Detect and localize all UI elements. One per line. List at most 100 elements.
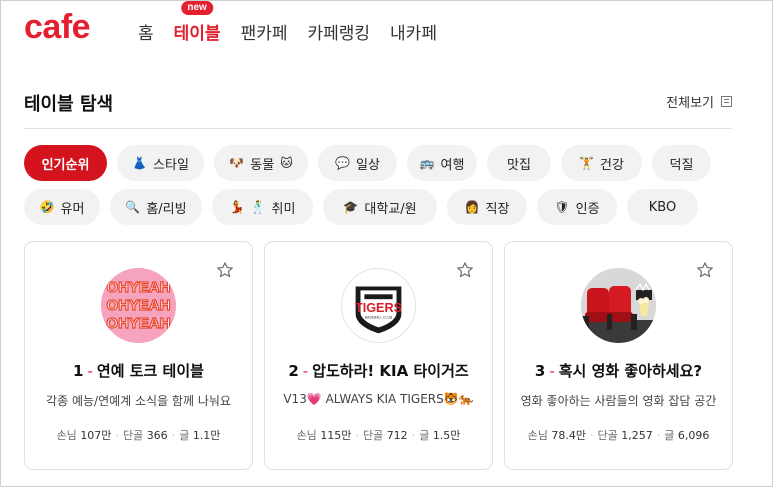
chip-home-living[interactable]: 🔍 홈/리빙 bbox=[110, 189, 202, 225]
cinema-seats-image bbox=[581, 268, 656, 343]
main-nav: 홈 new 테이블 팬카페 카페랭킹 내카페 bbox=[138, 1, 437, 44]
posts-count: 6,096 bbox=[677, 429, 710, 442]
view-all-button[interactable]: 전체보기 bbox=[666, 92, 732, 111]
thumb-text: OHYEAH bbox=[106, 297, 170, 314]
chip-label: 여행 bbox=[440, 157, 465, 173]
thumb-subtext: BASEBALL CLUB bbox=[365, 316, 393, 320]
card-title: 3- 혹시 영화 좋아하세요? bbox=[505, 360, 732, 381]
chip-humor[interactable]: 🤣 유머 bbox=[24, 189, 100, 225]
chip-daily[interactable]: 💬 일상 bbox=[318, 145, 397, 181]
magnifier-icon: 🔍 bbox=[125, 200, 141, 214]
table-card-2[interactable]: TIGERS BASEBALL CLUB 2- 압도하라! KIA 타이거즈 V1… bbox=[264, 241, 493, 470]
regulars-count: 366 bbox=[146, 429, 168, 442]
posts-label: 글 bbox=[664, 429, 675, 442]
guests-count: 115만 bbox=[320, 429, 352, 442]
chip-travel[interactable]: 🚌 여행 bbox=[407, 145, 477, 181]
dress-icon: 👗 bbox=[132, 156, 148, 170]
dancing-man-icon: 🕺 bbox=[250, 200, 266, 214]
rank-number: 2 bbox=[288, 362, 299, 380]
chip-workplace[interactable]: 👩 직장 bbox=[447, 189, 527, 225]
table-card-3[interactable]: 3- 혹시 영화 좋아하세요? 영화 좋아하는 사람들의 영화 잡담 공간 손님 … bbox=[504, 241, 733, 470]
chip-label: 맛집 bbox=[507, 157, 531, 173]
nav-item-fancafe[interactable]: 팬카페 bbox=[241, 19, 288, 44]
star-icon[interactable] bbox=[696, 261, 714, 279]
regulars-label: 단골 bbox=[122, 429, 144, 442]
guests-count: 107만 bbox=[80, 429, 112, 442]
thumbnail: OHYEAH OHYEAH OHYEAH bbox=[101, 268, 176, 343]
card-title: 1- 연예 토크 테이블 bbox=[25, 360, 252, 381]
kia-tigers-logo: TIGERS BASEBALL CLUB bbox=[355, 286, 402, 334]
rank-dash: - bbox=[302, 362, 309, 380]
chip-label: 일상 bbox=[356, 157, 380, 173]
weightlifter-icon: 🏋 bbox=[579, 156, 595, 170]
chip-restaurant[interactable]: 맛집 bbox=[487, 145, 551, 181]
chip-label: KBO bbox=[648, 199, 677, 215]
nav-item-table[interactable]: new 테이블 bbox=[173, 1, 221, 44]
dog-icon: 🐶 bbox=[229, 156, 245, 170]
rank-dash: - bbox=[87, 362, 93, 380]
graduate-icon: 🎓 bbox=[343, 200, 359, 214]
star-icon[interactable] bbox=[456, 261, 474, 279]
chip-label: 유머 bbox=[60, 201, 85, 217]
chip-label: 덕질 bbox=[669, 157, 694, 173]
chip-animal[interactable]: 🐶 동물 🐱 bbox=[214, 145, 308, 181]
chip-verified[interactable]: 🛡 인증 bbox=[537, 189, 617, 225]
guests-label: 손님 bbox=[56, 429, 77, 442]
speech-bubble-icon: 💬 bbox=[335, 156, 351, 170]
nav-label: 내카페 bbox=[390, 24, 437, 44]
rank-number: 1 bbox=[73, 362, 84, 380]
star-icon[interactable] bbox=[216, 261, 234, 279]
thumbnail bbox=[581, 268, 656, 343]
chip-label: 인기순위 bbox=[41, 157, 90, 173]
nav-label: 카페랭킹 bbox=[307, 24, 371, 44]
regulars-count: 1,257 bbox=[621, 429, 653, 442]
card-description: 영화 좋아하는 사람들의 영화 잡담 공간 bbox=[520, 394, 717, 408]
table-card-1[interactable]: OHYEAH OHYEAH OHYEAH 1- 연예 토크 테이블 각종 예능/연… bbox=[24, 241, 253, 470]
chip-label: 스타일 bbox=[153, 157, 189, 173]
new-badge: new bbox=[181, 1, 213, 15]
chip-kbo[interactable]: KBO bbox=[627, 189, 698, 225]
posts-count: 1.5만 bbox=[432, 429, 461, 442]
dancer-icon: 💃 bbox=[229, 200, 245, 214]
nav-label: 홈 bbox=[138, 24, 154, 44]
guests-label: 손님 bbox=[527, 429, 548, 442]
chip-fandom[interactable]: 덕질 bbox=[652, 145, 711, 181]
thumb-text: OHYEAH bbox=[106, 315, 170, 332]
chip-label: 동물 bbox=[250, 157, 275, 173]
chip-label: 인증 bbox=[575, 201, 600, 217]
ohyeah-image: OHYEAH OHYEAH OHYEAH bbox=[101, 268, 176, 343]
posts-label: 글 bbox=[179, 429, 190, 442]
guests-count: 78.4만 bbox=[551, 429, 586, 442]
cafe-logo[interactable]: cafe bbox=[24, 8, 91, 47]
nav-item-my-cafe[interactable]: 내카페 bbox=[390, 19, 437, 44]
chip-health[interactable]: 🏋 건강 bbox=[561, 145, 642, 181]
nav-item-home[interactable]: 홈 bbox=[138, 19, 154, 44]
chip-hobby[interactable]: 💃 🕺 취미 bbox=[212, 189, 313, 225]
rank-number: 3 bbox=[534, 362, 546, 380]
guests-label: 손님 bbox=[296, 429, 317, 442]
chip-style[interactable]: 👗 스타일 bbox=[117, 145, 204, 181]
posts-count: 1.1만 bbox=[192, 429, 221, 442]
chip-label: 직장 bbox=[485, 201, 510, 217]
regulars-label: 단골 bbox=[362, 429, 384, 442]
chip-popular-rank[interactable]: 인기순위 bbox=[24, 145, 107, 181]
card-name: 혹시 영화 좋아하세요? bbox=[558, 362, 703, 380]
cat-icon: 🐱 bbox=[280, 156, 293, 170]
nav-item-cafe-ranking[interactable]: 카페랭킹 bbox=[307, 19, 370, 44]
chip-university[interactable]: 🎓 대학교/원 bbox=[323, 189, 437, 225]
view-all-label: 전체보기 bbox=[666, 96, 714, 111]
posts-label: 글 bbox=[419, 429, 430, 442]
rank-dash: - bbox=[549, 362, 555, 380]
nav-label: 테이블 bbox=[173, 24, 221, 44]
card-stats: 손님 78.4만 · 단골 1,257 · 글 6,096 bbox=[527, 429, 710, 442]
category-chips-row-1: 인기순위 👗 스타일 🐶 동물 🐱 💬 일상 🚌 여행 맛집 🏋 건강 덕질 bbox=[24, 145, 711, 181]
list-icon bbox=[721, 96, 732, 107]
divider bbox=[24, 128, 732, 129]
shield-icon: 🛡 bbox=[554, 200, 570, 214]
chip-label: 홈/리빙 bbox=[146, 201, 187, 217]
chip-label: 취미 bbox=[271, 201, 296, 217]
chip-label: 건강 bbox=[600, 157, 624, 173]
card-name: 연예 토크 테이블 bbox=[96, 362, 204, 380]
office-worker-icon: 👩 bbox=[464, 200, 480, 214]
thumbnail: TIGERS BASEBALL CLUB bbox=[341, 268, 416, 343]
